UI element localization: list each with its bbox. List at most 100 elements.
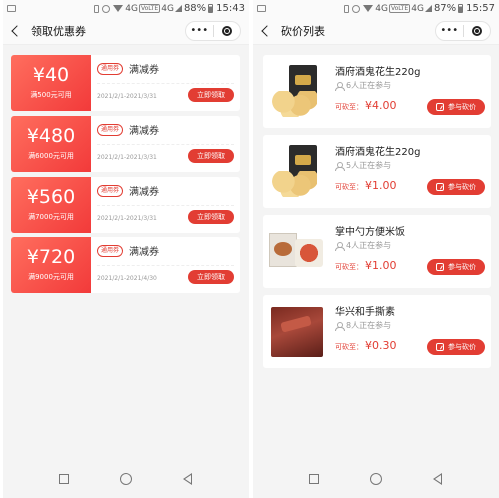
back-icon[interactable] — [11, 24, 23, 37]
status-bar: 4G VoLTE 4G 88% 15:43 — [3, 0, 249, 17]
coupon-card: ¥480 满6000元可用 通用券 满减券 2021/2/1-2021/3/31… — [11, 116, 240, 172]
claim-coupon-button[interactable]: 立即领取 — [188, 149, 234, 163]
product-name: 酒府酒鬼花生220g — [335, 67, 421, 78]
target-price: 可砍至： ¥0.30 — [335, 339, 397, 352]
alarm-icon — [102, 4, 111, 13]
join-bargain-button[interactable]: 参与砍价 — [427, 339, 485, 355]
join-bargain-button[interactable]: 参与砍价 — [427, 99, 485, 115]
close-miniprogram-button[interactable] — [464, 25, 491, 36]
product-image — [269, 225, 323, 279]
alarm-icon — [352, 4, 361, 13]
bargain-icon — [436, 343, 444, 351]
clock-time: 15:43 — [216, 3, 245, 14]
back-button[interactable] — [433, 473, 442, 485]
participants: 6人正在参与 — [335, 80, 391, 91]
more-button[interactable]: ••• — [186, 22, 213, 40]
battery-icon — [458, 4, 464, 13]
recents-button[interactable] — [309, 474, 319, 484]
coupon-condition: 满6000元可用 — [28, 152, 74, 160]
coupon-date: 2021/2/1-2021/3/31 — [97, 93, 157, 100]
coupon-name: 满减券 — [129, 247, 159, 258]
coupon-value-panel: ¥40 满500元可用 — [11, 55, 91, 111]
coupon-amount: ¥480 — [26, 125, 76, 147]
system-nav-bar — [3, 462, 249, 498]
coupon-amount: ¥40 — [32, 64, 70, 86]
page-title: 领取优惠券 — [31, 24, 86, 38]
signal-icon — [174, 5, 182, 12]
battery-icon — [208, 4, 214, 13]
bargain-icon — [436, 103, 444, 111]
target-icon — [471, 25, 482, 36]
bargain-item[interactable]: 酒府酒鬼花生220g 5人正在参与 可砍至： ¥1.00 参与砍价 — [263, 135, 491, 208]
users-icon — [335, 81, 345, 91]
coupon-screen: 4G VoLTE 4G 88% 15:43 领取优惠券 ••• ¥40 满500… — [3, 0, 249, 498]
coupon-condition: 满9000元可用 — [28, 273, 74, 281]
home-button[interactable] — [370, 473, 382, 485]
back-button[interactable] — [183, 473, 192, 485]
battery-percent: 87% — [433, 3, 457, 14]
coupon-tag: 通用券 — [97, 124, 124, 136]
bargain-icon — [436, 183, 444, 191]
users-icon — [335, 161, 345, 171]
bargain-item[interactable]: 华兴和手撕素 8人正在参与 可砍至： ¥0.30 参与砍价 — [263, 295, 491, 368]
product-image — [269, 145, 323, 199]
gallery-icon — [257, 5, 266, 12]
coupon-date: 2021/2/1-2021/4/30 — [97, 275, 157, 282]
bargain-item[interactable]: 酒府酒鬼花生220g 6人正在参与 可砍至： ¥4.00 参与砍价 — [263, 55, 491, 128]
join-bargain-button[interactable]: 参与砍价 — [427, 259, 485, 275]
gallery-icon — [7, 5, 16, 12]
coupon-name: 满减券 — [129, 65, 159, 76]
participants: 5人正在参与 — [335, 160, 391, 171]
coupon-date: 2021/2/1-2021/3/31 — [97, 215, 157, 222]
page-title: 砍价列表 — [281, 24, 325, 38]
back-icon[interactable] — [261, 24, 273, 37]
vibrate-icon — [94, 4, 100, 13]
recents-button[interactable] — [59, 474, 69, 484]
network-type-2: 4G — [161, 3, 174, 14]
coupon-value-panel: ¥480 满6000元可用 — [11, 116, 91, 172]
users-icon — [335, 241, 345, 251]
nav-bar: 领取优惠券 ••• — [3, 17, 249, 45]
participants: 4人正在参与 — [335, 240, 391, 251]
join-bargain-button[interactable]: 参与砍价 — [427, 179, 485, 195]
product-name: 华兴和手撕素 — [335, 307, 395, 318]
coupon-card: ¥720 满9000元可用 通用券 满减券 2021/2/1-2021/4/30… — [11, 237, 240, 293]
network-type: 4G — [125, 3, 138, 14]
product-name: 酒府酒鬼花生220g — [335, 147, 421, 158]
coupon-card: ¥40 满500元可用 通用券 满减券 2021/2/1-2021/3/31 立… — [11, 55, 240, 111]
product-name: 掌中勺方便米饭 — [335, 227, 405, 238]
coupon-tag: 通用券 — [97, 185, 124, 197]
network-type-2: 4G — [411, 3, 424, 14]
claim-coupon-button[interactable]: 立即领取 — [188, 88, 234, 102]
coupon-condition: 满500元可用 — [30, 91, 72, 99]
bargain-item[interactable]: 掌中勺方便米饭 4人正在参与 可砍至： ¥1.00 参与砍价 — [263, 215, 491, 288]
coupon-amount: ¥560 — [26, 186, 76, 208]
coupon-name: 满减券 — [129, 126, 159, 137]
target-icon — [221, 25, 232, 36]
bargain-icon — [436, 263, 444, 271]
more-button[interactable]: ••• — [436, 22, 463, 40]
mini-program-capsule: ••• — [185, 20, 241, 41]
coupon-tag: 通用券 — [97, 63, 124, 75]
participants: 8人正在参与 — [335, 320, 391, 331]
home-button[interactable] — [120, 473, 132, 485]
product-image — [269, 305, 323, 359]
signal-icon — [424, 5, 432, 12]
coupon-value-panel: ¥560 满7000元可用 — [11, 177, 91, 233]
nav-bar: 砍价列表 ••• — [253, 17, 499, 45]
coupon-card: ¥560 满7000元可用 通用券 满减券 2021/2/1-2021/3/31… — [11, 177, 240, 233]
coupon-condition: 满7000元可用 — [28, 213, 74, 221]
claim-coupon-button[interactable]: 立即领取 — [188, 210, 234, 224]
status-bar: 4G VoLTE 4G 87% 15:57 — [253, 0, 499, 17]
coupon-date: 2021/2/1-2021/3/31 — [97, 154, 157, 161]
coupon-name: 满减券 — [129, 187, 159, 198]
users-icon — [335, 321, 345, 331]
clock-time: 15:57 — [466, 3, 495, 14]
coupon-value-panel: ¥720 满9000元可用 — [11, 237, 91, 293]
bargain-screen: 4G VoLTE 4G 87% 15:57 砍价列表 ••• 酒府酒鬼花生220… — [253, 0, 499, 498]
close-miniprogram-button[interactable] — [214, 25, 241, 36]
mini-program-capsule: ••• — [435, 20, 491, 41]
volte-badge: VoLTE — [138, 4, 161, 13]
claim-coupon-button[interactable]: 立即领取 — [188, 270, 234, 284]
wifi-icon — [363, 5, 374, 12]
